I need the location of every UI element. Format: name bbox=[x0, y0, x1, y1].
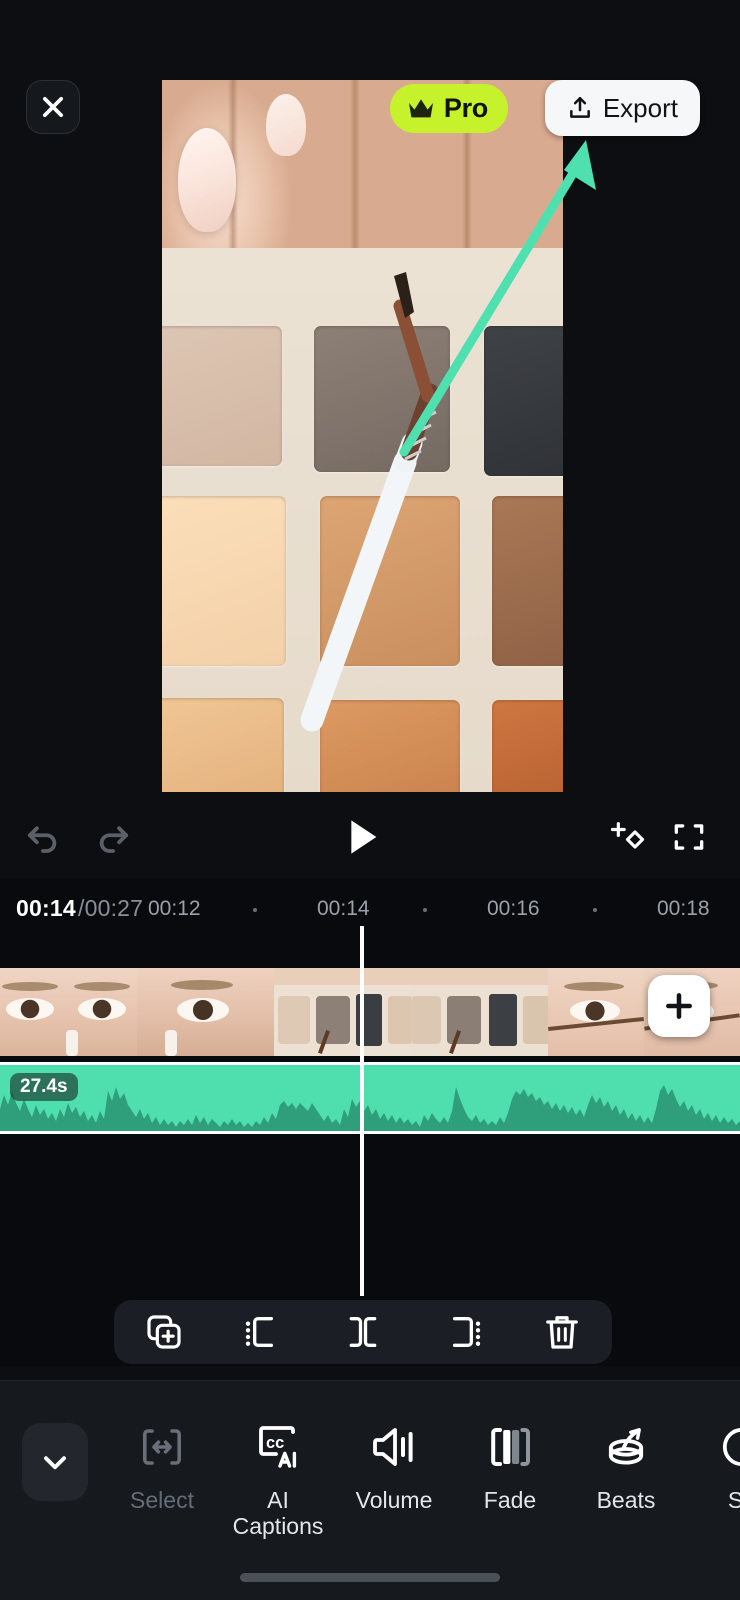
audio-duration-badge: 27.4s bbox=[10, 1073, 78, 1101]
fullscreen-button[interactable] bbox=[662, 810, 716, 864]
speed-icon bbox=[718, 1415, 740, 1479]
export-button[interactable]: Export bbox=[544, 80, 700, 136]
ruler-tick-label: 00:18 bbox=[657, 897, 710, 920]
ruler-tick-label: 00:12 bbox=[148, 897, 201, 920]
duplicate-icon bbox=[147, 1315, 181, 1349]
current-time-label: 00:14 bbox=[16, 895, 76, 921]
filmstrip-thumbnail[interactable] bbox=[0, 968, 137, 1056]
toolbar-item-label: Fade bbox=[483, 1487, 537, 1513]
play-button[interactable] bbox=[336, 810, 390, 864]
toolbar-items: Select cc AI Captions Volume Fade Beats … bbox=[104, 1415, 740, 1540]
video-editor-screen: Pro Export 00:14 /00:27 00:12 00:14 00:1… bbox=[0, 0, 740, 1600]
ruler-tick-dot bbox=[423, 908, 427, 912]
home-indicator bbox=[240, 1573, 500, 1582]
undo-button[interactable] bbox=[16, 810, 70, 864]
total-time-label: /00:27 bbox=[78, 895, 144, 921]
toolbar-item-beats[interactable]: Beats bbox=[568, 1415, 684, 1540]
fade-icon bbox=[486, 1415, 534, 1479]
ruler-tick-label: 00:14 bbox=[317, 897, 370, 920]
beats-icon bbox=[602, 1415, 650, 1479]
redo-icon bbox=[99, 826, 129, 853]
undo-icon bbox=[27, 826, 57, 853]
plus-icon bbox=[666, 993, 692, 1019]
toolbar-item-select[interactable]: Select bbox=[104, 1415, 220, 1540]
toolbar-item-label: AI Captions bbox=[232, 1487, 324, 1540]
select-icon bbox=[138, 1415, 186, 1479]
redo-button[interactable] bbox=[86, 810, 140, 864]
export-button-label: Export bbox=[602, 92, 678, 123]
add-media-button[interactable] bbox=[648, 975, 710, 1037]
toolbar-item-label: Select bbox=[130, 1487, 194, 1513]
bottom-toolbar: Select cc AI Captions Volume Fade Beats … bbox=[0, 1380, 740, 1600]
toolbar-item-label: Volume bbox=[355, 1487, 433, 1513]
volume-icon bbox=[370, 1415, 418, 1479]
delete-button[interactable] bbox=[527, 1300, 597, 1364]
video-track[interactable] bbox=[0, 968, 740, 1056]
trash-icon bbox=[546, 1316, 579, 1349]
split-icon bbox=[349, 1317, 377, 1347]
add-keyframe-button[interactable] bbox=[598, 810, 652, 864]
filmstrip-thumbnail[interactable] bbox=[137, 968, 274, 1056]
timeline-ruler[interactable]: 00:14 /00:27 00:12 00:14 00:16 00:18 bbox=[0, 878, 740, 940]
trim-left-icon bbox=[246, 1317, 274, 1347]
pro-badge-label: Pro bbox=[443, 93, 488, 123]
video-preview[interactable] bbox=[162, 80, 563, 792]
play-icon bbox=[351, 820, 377, 854]
toolbar-item-speed[interactable]: Sp bbox=[684, 1415, 740, 1540]
trim-right-icon bbox=[452, 1317, 480, 1347]
cc-ai-icon: cc bbox=[254, 1415, 302, 1479]
toolbar-item-volume[interactable]: Volume bbox=[336, 1415, 452, 1540]
audio-track[interactable]: 27.4s bbox=[0, 1062, 740, 1134]
trim-right-button[interactable] bbox=[428, 1300, 498, 1364]
preview-brush bbox=[300, 272, 439, 732]
pro-badge[interactable]: Pro bbox=[389, 84, 508, 133]
ruler-tick-label: 00:16 bbox=[487, 897, 540, 920]
toolbar-item-label: Beats bbox=[596, 1487, 656, 1513]
toolbar-item-ai-captions[interactable]: cc AI Captions bbox=[220, 1415, 336, 1540]
svg-text:cc: cc bbox=[266, 1434, 284, 1452]
ruler-tick-dot bbox=[253, 908, 257, 912]
preview-area: Pro Export bbox=[0, 0, 740, 800]
chevron-down-icon bbox=[44, 1456, 66, 1470]
ruler-tick-dot bbox=[593, 908, 597, 912]
toolbar-item-fade[interactable]: Fade bbox=[452, 1415, 568, 1540]
filmstrip-thumbnail[interactable] bbox=[548, 968, 644, 1056]
filmstrip-thumbnail[interactable] bbox=[411, 968, 548, 1056]
audio-waveform bbox=[0, 1085, 740, 1131]
collapse-toolbar-button[interactable] bbox=[22, 1423, 88, 1501]
playback-controls bbox=[0, 800, 740, 874]
filmstrip-thumbnail[interactable] bbox=[274, 968, 411, 1056]
duplicate-button[interactable] bbox=[129, 1300, 199, 1364]
add-keyframe-icon bbox=[610, 822, 645, 849]
close-button[interactable] bbox=[26, 80, 80, 134]
close-icon bbox=[42, 96, 64, 118]
trim-left-button[interactable] bbox=[228, 1300, 298, 1364]
timeline-playhead[interactable] bbox=[360, 926, 364, 1296]
clip-actions-toolbar bbox=[114, 1300, 612, 1364]
toolbar-item-label: Sp bbox=[727, 1487, 740, 1513]
split-button[interactable] bbox=[328, 1300, 398, 1364]
crown-icon bbox=[408, 98, 433, 117]
upload-icon bbox=[569, 97, 590, 118]
fullscreen-icon bbox=[674, 824, 704, 850]
